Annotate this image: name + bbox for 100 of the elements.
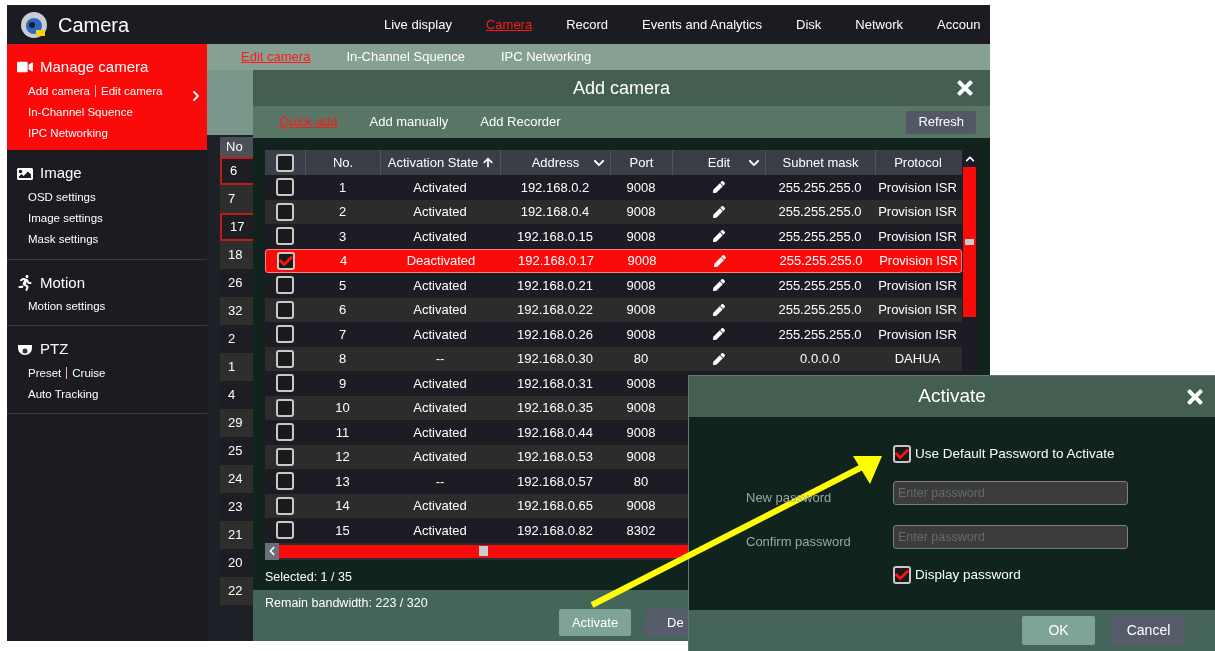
dialog-tab[interactable]: Add manually [369, 112, 449, 132]
table-cell-text: 11 [335, 423, 350, 442]
table-cell-text: 9008 [626, 325, 656, 344]
table-cell-text: 192.168.0.17 [518, 252, 594, 270]
table-row[interactable]: 4 Deactivated 192.168.0.17 9008 255.255.255.0 Provision ISR [265, 248, 962, 273]
table-cell-text: 192.168.0.65 [517, 497, 593, 515]
table-cell-text: 9008 [626, 374, 656, 393]
section-title: Motion [40, 272, 86, 293]
checkbox[interactable] [276, 447, 294, 466]
sidebar-link[interactable]: Add camera [28, 82, 90, 100]
table-cell-text: Activated [413, 325, 467, 344]
table-row[interactable]: 5 Activated 192.168.0.21 9008 255.255.255.0 Provision ISR [265, 273, 962, 298]
sort-arrow-icon [483, 157, 494, 168]
checkbox[interactable] [276, 276, 294, 295]
section-title: Image [40, 163, 82, 184]
sidebar-link[interactable]: OSD settings [28, 188, 96, 206]
checkbox[interactable] [276, 153, 294, 172]
checkbox[interactable] [276, 325, 294, 344]
checkbox[interactable] [276, 349, 294, 368]
pencil-icon[interactable] [712, 352, 725, 365]
sidebar-link[interactable]: Preset [28, 364, 62, 382]
pencil-icon[interactable] [712, 205, 725, 218]
table-row[interactable]: 8 -- 192.168.0.30 80 0.0.0.0 DAHUA [265, 346, 962, 371]
nav-tab[interactable]: Camera [485, 14, 533, 35]
table-cell-text: Provision ISR [878, 276, 957, 295]
sidebar-link[interactable]: Image settings [28, 210, 103, 228]
sidebar-section[interactable]: Motion Motion settings [7, 259, 207, 327]
sidebar-link[interactable]: Auto Tracking [28, 386, 99, 404]
table-row[interactable]: 1 Activated 192.168.0.2 9008 255.255.255.0 Provision ISR [265, 175, 962, 200]
nav-tab[interactable]: Events and Analytics [642, 14, 763, 35]
table-cell-text: 192.168.0.2 [520, 178, 590, 197]
nav-tab[interactable]: Live display [384, 14, 452, 35]
table-cell-text: Activated [413, 374, 467, 393]
refresh-button[interactable]: Refresh [906, 110, 976, 134]
pencil-icon[interactable] [712, 328, 725, 341]
checkbox[interactable] [276, 423, 294, 442]
table-row[interactable]: 3 Activated 192.168.0.15 9008 255.255.255.0 Provision ISR [265, 224, 962, 249]
table-cell-text: 192.168.0.30 [517, 350, 593, 368]
checkbox[interactable] [276, 374, 294, 393]
table-row[interactable]: 6 Activated 192.168.0.22 9008 255.255.255.0 Provision ISR [265, 297, 962, 322]
nav-tab[interactable]: Accoun [937, 14, 981, 35]
table-cell-text: 255.255.255.0 [779, 252, 863, 270]
checkbox[interactable] [277, 251, 295, 270]
sidebar-link[interactable]: Motion settings [28, 298, 106, 316]
nav-tab[interactable]: Record [566, 14, 609, 35]
table-cell-text: 9008 [626, 301, 656, 319]
table-cell-text: 9008 [626, 227, 656, 246]
sidebar-link[interactable]: Cruise [72, 364, 106, 382]
image-icon [17, 165, 33, 182]
nav-tab[interactable]: Network [855, 14, 904, 35]
dialog-tab[interactable]: Add Recorder [480, 112, 561, 132]
checkbox[interactable] [276, 472, 294, 491]
table-cell-text: 9008 [626, 423, 656, 442]
table-cell-text: 8 [338, 350, 347, 368]
table-cell-text: 7 [338, 325, 347, 344]
checkbox[interactable] [893, 566, 911, 585]
sidebar-section[interactable]: Manage camera Add camera Edit camera In-Channel Squence IPC Networking [7, 44, 207, 151]
dialog-title: Add camera [572, 76, 671, 100]
table-cell-text: 255.255.255.0 [778, 203, 862, 221]
dialog-button[interactable]: Cancel [1112, 616, 1185, 645]
checkbox[interactable] [276, 300, 294, 319]
pencil-icon[interactable] [712, 303, 725, 316]
table-cell-text: Provision ISR [879, 252, 958, 270]
table-cell-text: 80 [633, 350, 649, 368]
checkbox[interactable] [276, 227, 294, 246]
table-cell-text: DAHUA [894, 350, 941, 368]
checkbox[interactable] [276, 496, 294, 515]
chevron-up-icon[interactable] [964, 154, 975, 164]
checkbox[interactable] [893, 445, 911, 464]
chevron-left-icon[interactable] [268, 546, 276, 556]
sidebar-section[interactable]: Image OSD settings Image settings Mask settings [7, 150, 207, 260]
sidebar-section[interactable]: PTZ Preset Cruise Auto Tracking [7, 326, 207, 415]
table-cell-text: 2 [338, 203, 347, 221]
section-title: PTZ [40, 339, 69, 360]
scrollbar-thumb[interactable] [963, 167, 976, 317]
table-cell-text: 9008 [626, 399, 656, 417]
table-cell-text: 12 [335, 448, 350, 466]
checkbox[interactable] [276, 521, 294, 540]
sidebar-link[interactable]: Mask settings [28, 231, 99, 249]
table-cell-text: 6 [338, 301, 347, 319]
table-cell-text: 192.168.0.22 [517, 301, 593, 319]
checkbox[interactable] [276, 202, 294, 221]
checkbox-label: Display password [915, 566, 1021, 585]
sidebar-link[interactable]: In-Channel Squence [28, 103, 133, 121]
pencil-icon[interactable] [712, 181, 725, 194]
table-cell-text: 14 [335, 497, 350, 515]
sidebar-link[interactable]: IPC Networking [28, 125, 108, 143]
pencil-icon[interactable] [712, 230, 725, 243]
table-cell-text: 3 [338, 227, 347, 246]
pencil-icon[interactable] [712, 279, 725, 292]
table-row[interactable]: 7 Activated 192.168.0.26 9008 255.255.255.0 Provision ISR [265, 322, 962, 347]
sidebar-link[interactable]: Edit camera [101, 82, 163, 100]
table-cell-text: Deactivated [406, 252, 476, 270]
table-row[interactable]: 2 Activated 192.168.0.4 9008 255.255.255.0 Provision ISR [265, 199, 962, 224]
nav-tab[interactable]: Disk [796, 14, 822, 35]
checkbox[interactable] [276, 398, 294, 417]
app-logo-icon [19, 9, 49, 40]
dialog-button[interactable]: De [645, 609, 688, 636]
table-cell-text: Activated [413, 301, 467, 319]
checkbox[interactable] [276, 178, 294, 197]
